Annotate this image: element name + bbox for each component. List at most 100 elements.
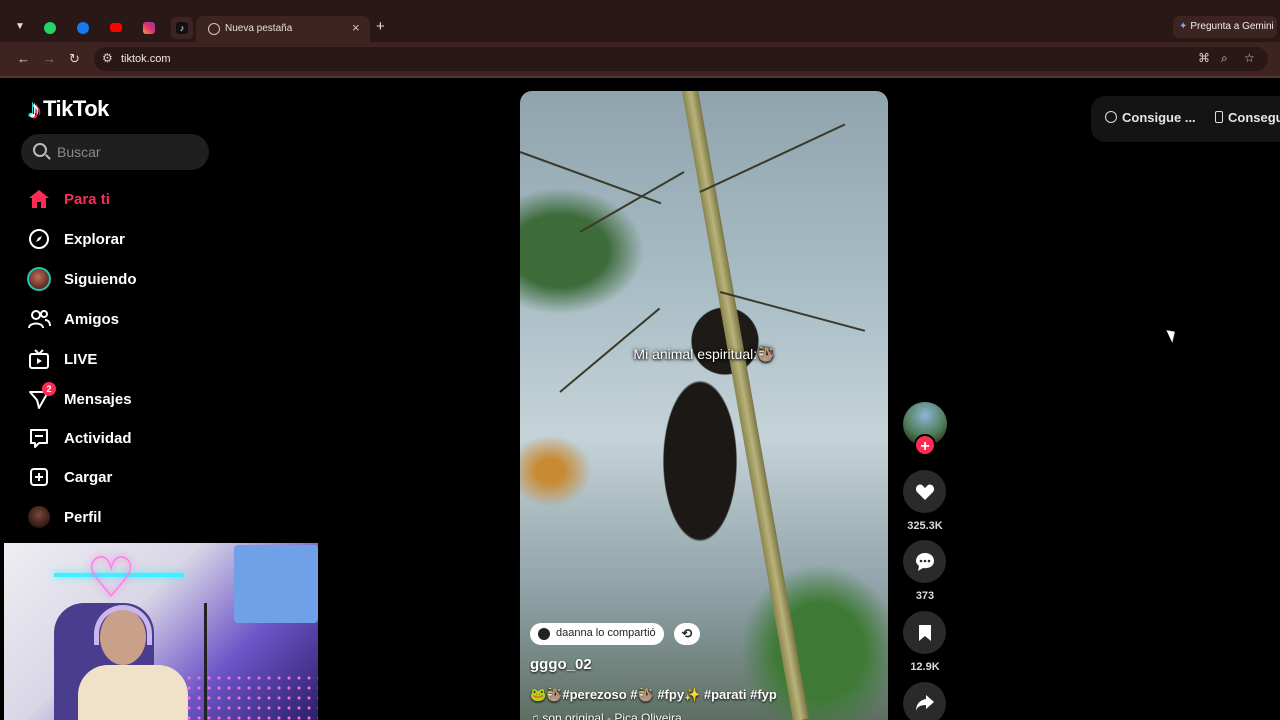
gemini-button[interactable]: ✦ Pregunta a Gemini xyxy=(1173,16,1277,38)
video-player[interactable]: Mi animal espiritual:🦥 daanna lo compart… xyxy=(520,91,888,720)
sidebar-item-amigos[interactable]: Amigos xyxy=(26,305,226,333)
sidebar-item-label: Amigos xyxy=(64,310,120,328)
follow-plus-icon[interactable]: + xyxy=(914,434,936,456)
share-button[interactable] xyxy=(903,682,946,720)
mouse-cursor-icon xyxy=(1166,327,1179,343)
sharer-avatar xyxy=(538,628,550,640)
sidebar-item-mensajes[interactable]: 2 Mensajes xyxy=(26,382,226,413)
bookmark-star-icon[interactable]: ☆ xyxy=(1244,51,1255,65)
tiktok-note-icon: ♪ xyxy=(28,94,41,124)
heart-icon xyxy=(915,484,934,500)
gemini-star-icon: ✦ xyxy=(1179,21,1188,32)
tree-branch xyxy=(682,91,809,720)
activity-icon xyxy=(26,425,52,451)
sidebar-item-para-ti[interactable]: Para ti xyxy=(26,185,226,213)
friends-icon xyxy=(26,306,52,332)
sidebar-item-live[interactable]: LIVE xyxy=(26,345,226,373)
video-caption: Mi animal espiritual:🦥 xyxy=(633,346,775,362)
live-tv-icon xyxy=(26,346,52,372)
message-count-badge: 2 xyxy=(42,382,56,396)
save-count: 12.9K xyxy=(910,661,940,673)
get-coins-button[interactable]: Consigue ... xyxy=(1105,110,1196,125)
toolbar-divider xyxy=(0,76,1280,78)
address-bar[interactable]: ⚙ tiktok.com ⌘ ⌕ ☆ xyxy=(94,47,1268,71)
phone-icon xyxy=(1215,111,1223,123)
reload-icon[interactable]: ↻ xyxy=(69,51,80,67)
pinned-tab-instagram[interactable] xyxy=(138,17,160,39)
headset xyxy=(94,605,152,645)
get-app-button[interactable]: Consegu xyxy=(1215,110,1280,125)
streamer xyxy=(68,605,188,720)
get-app-pills: Consigue ... Consegu xyxy=(1091,96,1280,142)
like-count: 325.3K xyxy=(907,520,943,532)
chevron-down-icon[interactable]: ▼ xyxy=(10,17,30,37)
logo-text: TikTok xyxy=(43,96,109,121)
forward-arrow-icon[interactable]: → xyxy=(43,51,56,66)
globe-icon xyxy=(208,23,220,35)
sidebar-item-label: LIVE xyxy=(64,350,98,368)
sidebar-item-explorar[interactable]: Explorar xyxy=(26,225,226,253)
close-icon[interactable]: × xyxy=(352,20,360,35)
shared-by-text: daanna lo compartió xyxy=(556,627,656,639)
compass-icon xyxy=(26,226,52,252)
message-icon: 2 xyxy=(26,382,56,412)
pinned-tab-tiktok[interactable]: ♪ xyxy=(171,17,193,39)
comment-bubble-icon xyxy=(915,553,934,571)
led-lights xyxy=(184,673,318,720)
sidebar-item-actividad[interactable]: Actividad xyxy=(26,424,226,452)
pill-label: Consegu xyxy=(1228,110,1280,125)
sidebar-item-label: Cargar xyxy=(64,468,113,486)
sidebar-item-label: Para ti xyxy=(64,190,110,208)
tiktok-logo[interactable]: ♪ TikTok xyxy=(28,95,109,123)
pinned-tab-youtube[interactable] xyxy=(105,17,127,39)
twig xyxy=(699,123,846,193)
tab-nueva-pestana[interactable]: Nueva pestaña × xyxy=(196,16,370,42)
sidebar-item-label: Perfil xyxy=(64,508,102,526)
sidebar-item-perfil[interactable]: Perfil xyxy=(26,503,226,531)
bookmark-icon xyxy=(918,625,931,641)
like-button[interactable] xyxy=(903,470,946,513)
neon-heart: ♡ xyxy=(86,546,137,609)
search-input[interactable] xyxy=(57,134,203,170)
sidebar-item-label: Siguiendo xyxy=(64,270,137,288)
sidebar-item-label: Mensajes xyxy=(64,390,132,408)
comment-count: 373 xyxy=(915,590,935,602)
site-settings-icon[interactable]: ⚙ xyxy=(102,51,113,65)
instagram-icon xyxy=(143,22,155,34)
browser-tab-bar: ▼ ♪ Nueva pestaña × + ✦ Pregunta a Gemini xyxy=(0,0,1280,42)
tab-title: Nueva pestaña xyxy=(225,23,293,34)
whatsapp-icon xyxy=(44,22,56,34)
coin-icon xyxy=(1105,111,1117,123)
wall-art xyxy=(234,545,318,623)
profile-avatar-icon xyxy=(26,504,52,530)
facebook-icon xyxy=(77,22,89,34)
tiktok-icon: ♪ xyxy=(176,22,188,34)
sidebar-item-cargar[interactable]: Cargar xyxy=(26,463,226,491)
comment-button[interactable] xyxy=(903,540,946,583)
pinned-tab-facebook[interactable] xyxy=(72,17,94,39)
pill-label: Consigue ... xyxy=(1122,110,1196,125)
gemini-label: Pregunta a Gemini xyxy=(1190,21,1274,32)
upload-icon xyxy=(26,464,52,490)
browser-toolbar: ← → ↻ ⚙ tiktok.com ⌘ ⌕ ☆ xyxy=(0,42,1280,76)
translate-icon[interactable]: ⌘ xyxy=(1198,51,1210,65)
back-arrow-icon[interactable]: ← xyxy=(17,51,30,66)
zoom-icon[interactable]: ⌕ xyxy=(1221,51,1228,66)
save-button[interactable] xyxy=(903,611,946,654)
shared-by-chip[interactable]: daanna lo compartió xyxy=(530,623,664,645)
video-hashtags[interactable]: 🐸🦥#perezoso #🦥 #fpy✨ #parati #fyp xyxy=(530,687,777,703)
pinned-tab-whatsapp[interactable] xyxy=(39,17,61,39)
repost-icon[interactable]: ⟲ xyxy=(674,623,700,645)
avatar-icon xyxy=(26,266,52,292)
twig xyxy=(520,151,662,205)
sidebar-item-siguiendo[interactable]: Siguiendo xyxy=(26,265,226,293)
new-tab-button[interactable]: + xyxy=(376,18,385,35)
search-box[interactable] xyxy=(21,134,209,170)
sidebar-item-label: Actividad xyxy=(64,429,132,447)
video-music[interactable]: ♫ son original - Pica Oliveira xyxy=(530,711,682,720)
webcam-overlay: ♡ xyxy=(4,543,318,720)
video-username[interactable]: gggo_02 xyxy=(530,656,592,673)
home-icon xyxy=(26,186,52,212)
twig xyxy=(719,291,866,332)
sidebar-item-label: Explorar xyxy=(64,230,125,248)
